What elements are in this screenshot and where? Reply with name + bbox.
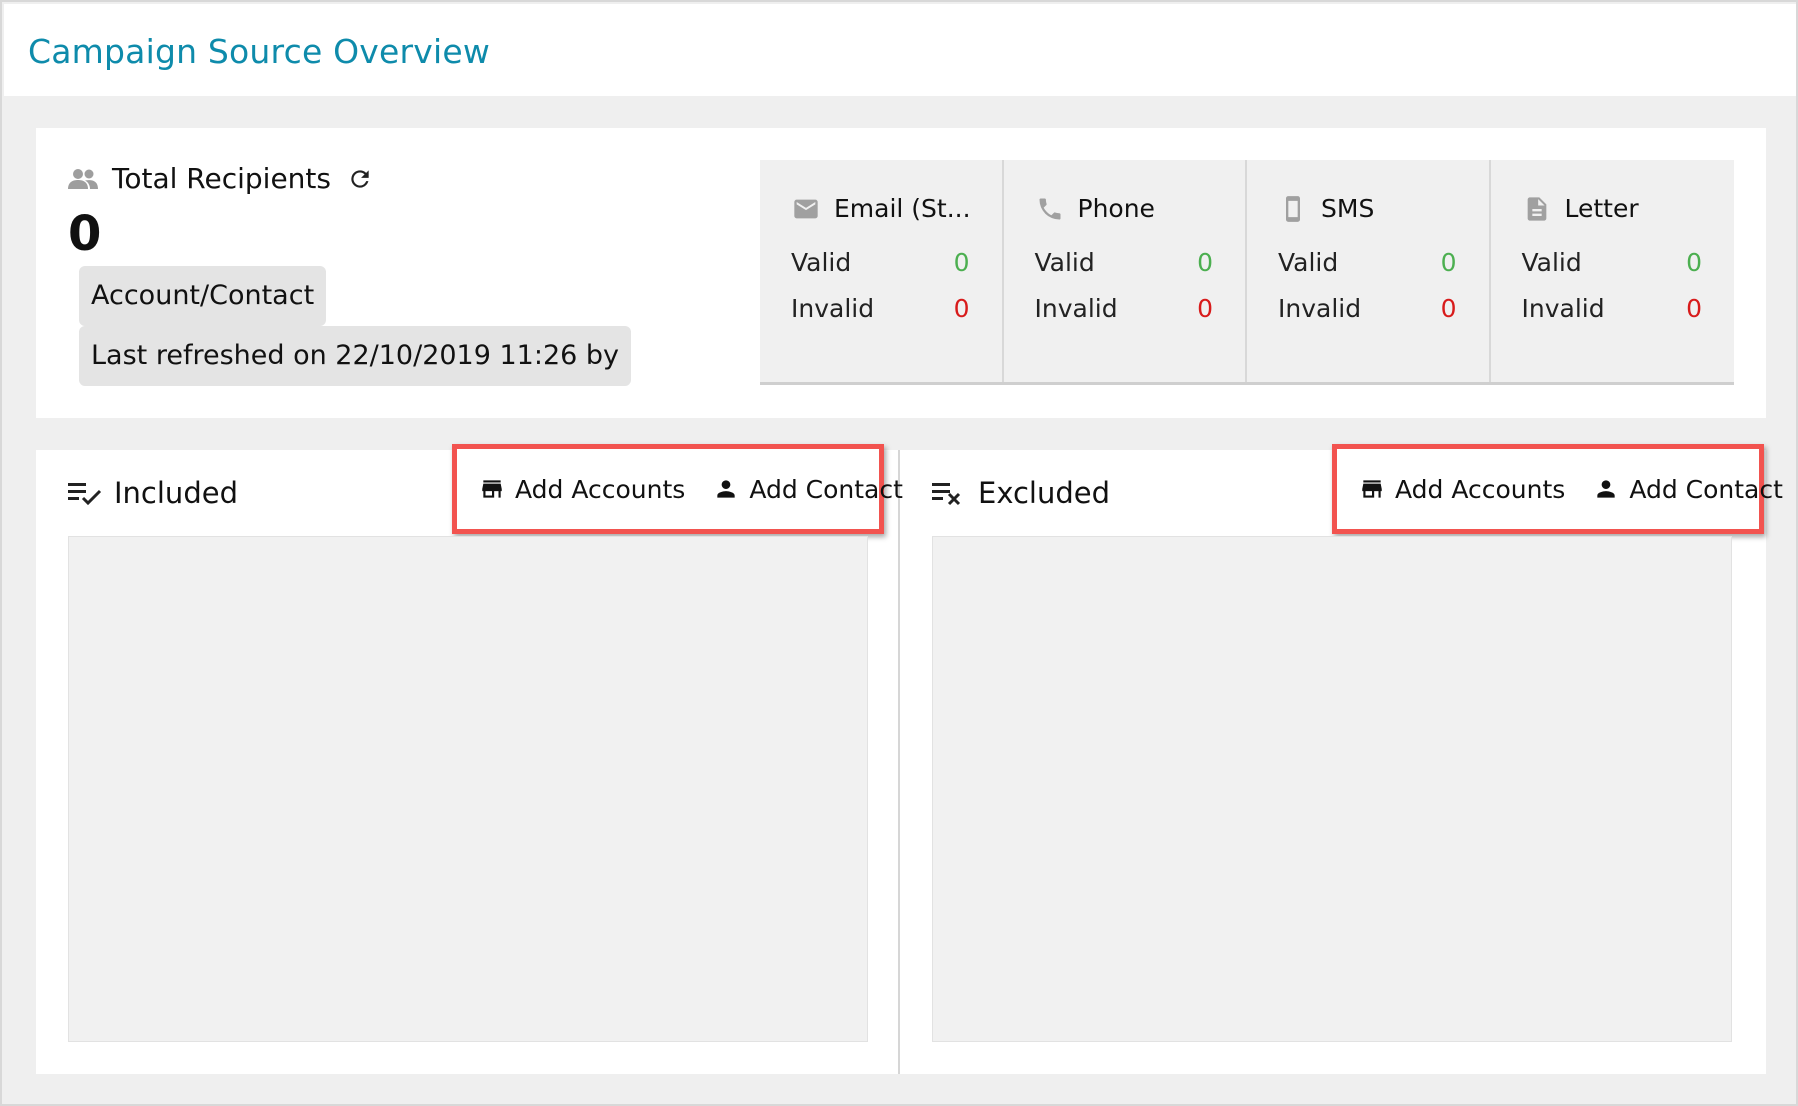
valid-count: 0 <box>953 248 970 277</box>
channel-header: Email (St... <box>792 194 971 223</box>
channel-name: Letter <box>1564 194 1639 223</box>
channel-sms: SMS Valid 0 Invalid 0 <box>1247 160 1491 382</box>
page-header: Campaign Source Overview <box>4 4 1796 96</box>
refresh-icon[interactable] <box>347 166 373 192</box>
excluded-list <box>932 536 1732 1042</box>
document-icon <box>1527 196 1546 221</box>
excluded-heading: Excluded <box>932 476 1110 510</box>
mobile-icon <box>1286 195 1300 222</box>
add-contact-label: Add Contact <box>1629 474 1783 504</box>
summary-card: Total Recipients 0 Account/Contact Last … <box>36 128 1766 418</box>
add-contact-button[interactable]: Add Contact <box>1593 475 1783 504</box>
channel-letter: Letter Valid 0 Invalid 0 <box>1491 160 1735 382</box>
channel-header: Letter <box>1523 194 1639 223</box>
excluded-actions: Add Accounts Add Contact <box>1332 444 1783 534</box>
valid-label: Valid <box>1034 248 1095 277</box>
invalid-row: Invalid 0 <box>1035 294 1214 323</box>
person-icon <box>1597 480 1615 498</box>
invalid-count: 0 <box>1197 294 1213 323</box>
valid-row: Valid 0 <box>1278 248 1457 277</box>
channel-email: Email (St... Valid 0 Invalid 0 <box>760 160 1004 382</box>
people-icon <box>68 168 98 189</box>
channel-stats: Email (St... Valid 0 Invalid 0 Phone Val… <box>760 160 1734 385</box>
store-icon <box>482 480 502 498</box>
invalid-row: Invalid 0 <box>791 294 970 323</box>
included-actions: Add Accounts Add Contact <box>452 444 903 534</box>
valid-count: 0 <box>1440 248 1457 277</box>
total-recipients-label: Total Recipients <box>112 162 331 195</box>
playlist-check-icon <box>68 483 102 506</box>
valid-row: Valid 0 <box>791 248 970 277</box>
total-recipients-count: 0 <box>68 206 102 262</box>
invalid-label: Invalid <box>791 294 875 323</box>
invalid-count: 0 <box>1686 294 1702 323</box>
last-refreshed-chip: Last refreshed on 22/10/2019 11:26 by <box>79 326 632 386</box>
channel-phone: Phone Valid 0 Invalid 0 <box>1004 160 1247 382</box>
app-frame: Campaign Source Overview Total Recipient… <box>0 0 1798 1106</box>
included-panel: Included Add Accounts Add Contact <box>36 444 903 1074</box>
lists-section: Included Add Accounts Add Contact Exclud… <box>36 444 1783 1074</box>
person-icon <box>717 480 735 498</box>
store-icon <box>1362 480 1382 498</box>
email-icon <box>794 199 818 218</box>
valid-count: 0 <box>1686 248 1702 277</box>
add-accounts-button[interactable]: Add Accounts <box>479 475 685 504</box>
page-title: Campaign Source Overview <box>28 32 491 71</box>
valid-count: 0 <box>1197 248 1213 277</box>
excluded-title: Excluded <box>978 476 1111 510</box>
add-contact-button[interactable]: Add Contact <box>713 475 903 504</box>
add-accounts-button[interactable]: Add Accounts <box>1359 475 1565 504</box>
channel-name: Email (St... <box>834 194 971 223</box>
add-accounts-label: Add Accounts <box>1395 474 1566 504</box>
valid-label: Valid <box>791 248 852 277</box>
valid-label: Valid <box>1521 248 1582 277</box>
invalid-row: Invalid 0 <box>1522 294 1703 323</box>
included-title: Included <box>114 476 238 510</box>
excluded-panel: Excluded Add Accounts Add Contact <box>900 444 1783 1074</box>
add-accounts-label: Add Accounts <box>515 474 686 504</box>
invalid-label: Invalid <box>1521 294 1605 323</box>
phone-icon <box>1039 198 1060 219</box>
add-contact-label: Add Contact <box>749 474 903 504</box>
valid-row: Valid 0 <box>1035 248 1214 277</box>
valid-row: Valid 0 <box>1522 248 1703 277</box>
channel-name: SMS <box>1321 194 1375 223</box>
total-recipients-heading: Total Recipients <box>68 162 373 195</box>
channel-header: SMS <box>1279 194 1374 223</box>
included-heading: Included <box>68 476 238 510</box>
type-chip: Account/Contact <box>79 266 327 326</box>
invalid-label: Invalid <box>1034 294 1118 323</box>
invalid-count: 0 <box>1440 294 1457 323</box>
playlist-remove-icon <box>932 483 961 506</box>
invalid-label: Invalid <box>1278 294 1362 323</box>
invalid-count: 0 <box>953 294 970 323</box>
included-list <box>68 536 868 1042</box>
invalid-row: Invalid 0 <box>1278 294 1457 323</box>
channel-header: Phone <box>1036 194 1155 223</box>
channel-name: Phone <box>1077 194 1155 223</box>
valid-label: Valid <box>1278 248 1339 277</box>
